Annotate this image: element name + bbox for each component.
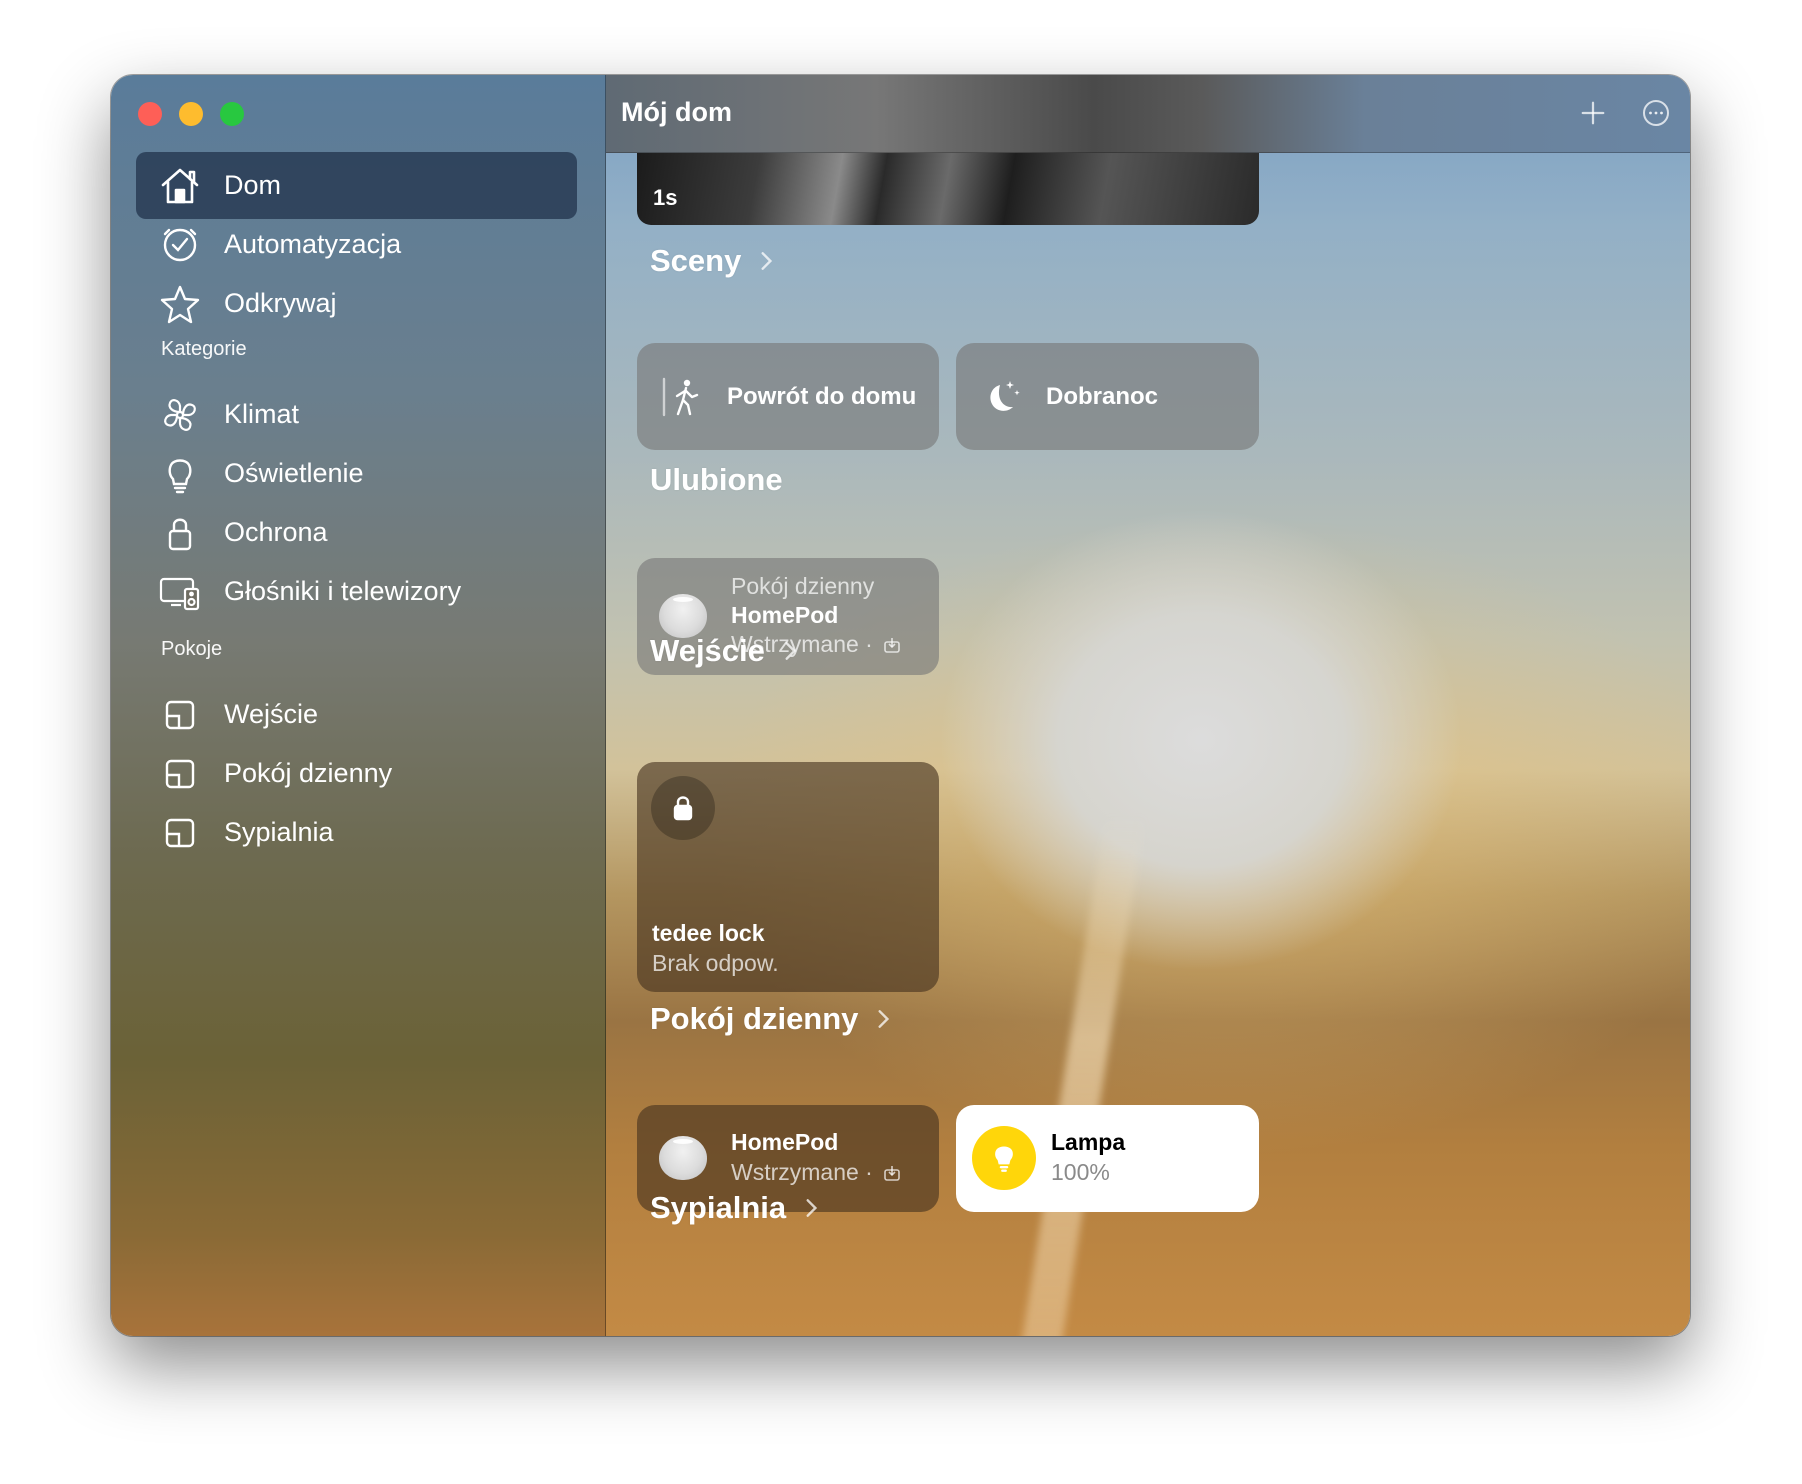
star-icon <box>158 282 202 326</box>
rooms-heading: Pokoje <box>161 638 223 660</box>
house-icon <box>158 164 202 208</box>
section-bedroom-header[interactable]: Sypialnia <box>650 1190 822 1226</box>
sidebar-item-label: Klimat <box>224 399 300 429</box>
sidebar-item-wejscie[interactable]: Wejście <box>136 681 577 748</box>
sidebar-item-dom[interactable]: Dom <box>136 152 577 219</box>
moon-stars-icon <box>990 380 1020 411</box>
section-title: Sceny <box>650 243 742 278</box>
window-controls <box>138 102 244 126</box>
minimize-window-button[interactable] <box>179 102 203 126</box>
sidebar-item-glosniki-i-telewizory[interactable]: Głośniki i telewizory <box>136 558 577 625</box>
add-button[interactable] <box>1574 94 1612 132</box>
toolbar: Mój dom <box>606 75 1690 153</box>
sidebar-item-label: Oświetlenie <box>224 458 364 488</box>
tv-speaker-icon <box>158 570 202 614</box>
sidebar-item-label: Automatyzacja <box>224 229 402 259</box>
section-title: Wejście <box>650 633 765 668</box>
sidebar-item-label: Głośniki i telewizory <box>224 576 462 606</box>
room-icon <box>158 752 202 796</box>
sidebar-item-klimat[interactable]: Klimat <box>136 381 577 448</box>
chevron-right-icon <box>785 642 797 660</box>
more-options-button[interactable] <box>1637 94 1675 132</box>
categories-heading: Kategorie <box>161 338 247 360</box>
close-window-button[interactable] <box>138 102 162 126</box>
scene-dobranoc[interactable]: Dobranoc <box>956 343 1259 450</box>
background-wallpaper <box>1016 815 1146 1336</box>
accessory-name: Lampa <box>1051 1129 1126 1155</box>
sidebar-item-label: Sypialnia <box>224 817 334 847</box>
person-arriving-icon <box>662 377 699 416</box>
accessory-status: Brak odpow. <box>652 950 779 976</box>
accessory-tedee-lock[interactable]: tedee lock Brak odpow. <box>637 762 939 992</box>
chevron-right-icon <box>761 252 773 270</box>
camera-timestamp: 1s <box>653 185 678 210</box>
sidebar-item-automatyzacja[interactable]: Automatyzacja <box>136 211 577 278</box>
sidebar-item-oswietlenie[interactable]: Oświetlenie <box>136 440 577 507</box>
lightbulb-icon <box>972 1126 1036 1190</box>
accessory-level: 100% <box>1051 1159 1110 1185</box>
section-title: Ulubione <box>650 462 783 497</box>
accessory-name: HomePod <box>731 1129 839 1155</box>
sidebar-item-ochrona[interactable]: Ochrona <box>136 499 577 566</box>
sidebar-item-label: Pokój dzienny <box>224 758 393 788</box>
section-scenes-header[interactable]: Sceny <box>650 243 777 279</box>
sidebar-item-sypialnia[interactable]: Sypialnia <box>136 799 577 866</box>
accessory-status-line: Wstrzymane · <box>731 1159 901 1186</box>
homepod-icon <box>659 1136 707 1180</box>
chevron-right-icon <box>878 1010 890 1028</box>
section-favorites-header: Ulubione <box>650 462 783 498</box>
plus-icon <box>1581 101 1605 125</box>
lock-icon <box>158 511 202 555</box>
section-title: Pokój dzienny <box>650 1001 859 1036</box>
page-title: Mój dom <box>621 97 732 127</box>
accessory-status: Wstrzymane · <box>731 1159 873 1185</box>
scene-label: Dobranoc <box>1046 382 1159 410</box>
sidebar-item-label: Ochrona <box>224 517 328 547</box>
maximize-window-button[interactable] <box>220 102 244 126</box>
lightbulb-icon <box>158 452 202 496</box>
airplay-download-icon <box>884 638 901 653</box>
sidebar-item-label: Odkrywaj <box>224 288 337 318</box>
home-app-window: Dom Automatyzacja Odkrywaj Kategorie Kli… <box>111 75 1690 1336</box>
chevron-right-icon <box>806 1199 818 1217</box>
clock-check-icon <box>158 223 202 267</box>
main-content[interactable]: Mój dom 1s Sceny Powrót do domu Dobranoc… <box>606 75 1690 1336</box>
ellipsis-circle-icon <box>1643 100 1669 126</box>
accessory-room: Pokój dzienny <box>731 573 875 599</box>
accessory-name: tedee lock <box>652 920 765 946</box>
lock-icon <box>651 776 715 840</box>
homepod-icon <box>659 594 707 638</box>
sidebar-item-odkrywaj[interactable]: Odkrywaj <box>136 270 577 337</box>
sidebar-item-pokoj-dzienny[interactable]: Pokój dzienny <box>136 740 577 807</box>
accessory-lampa[interactable]: Lampa 100% <box>956 1105 1259 1212</box>
fan-icon <box>158 393 202 437</box>
sidebar: Dom Automatyzacja Odkrywaj Kategorie Kli… <box>111 75 606 1336</box>
room-icon <box>158 811 202 855</box>
sidebar-item-label: Dom <box>224 170 282 200</box>
sidebar-item-label: Wejście <box>224 699 319 729</box>
section-entrance-header[interactable]: Wejście <box>650 633 801 669</box>
scene-powrot-do-domu[interactable]: Powrót do domu <box>637 343 939 450</box>
airplay-download-icon <box>884 1166 901 1181</box>
section-title: Sypialnia <box>650 1190 787 1225</box>
accessory-name: HomePod <box>731 602 839 628</box>
scene-label: Powrót do domu <box>727 382 917 410</box>
room-icon <box>158 693 202 737</box>
section-living-room-header[interactable]: Pokój dzienny <box>650 1001 894 1037</box>
